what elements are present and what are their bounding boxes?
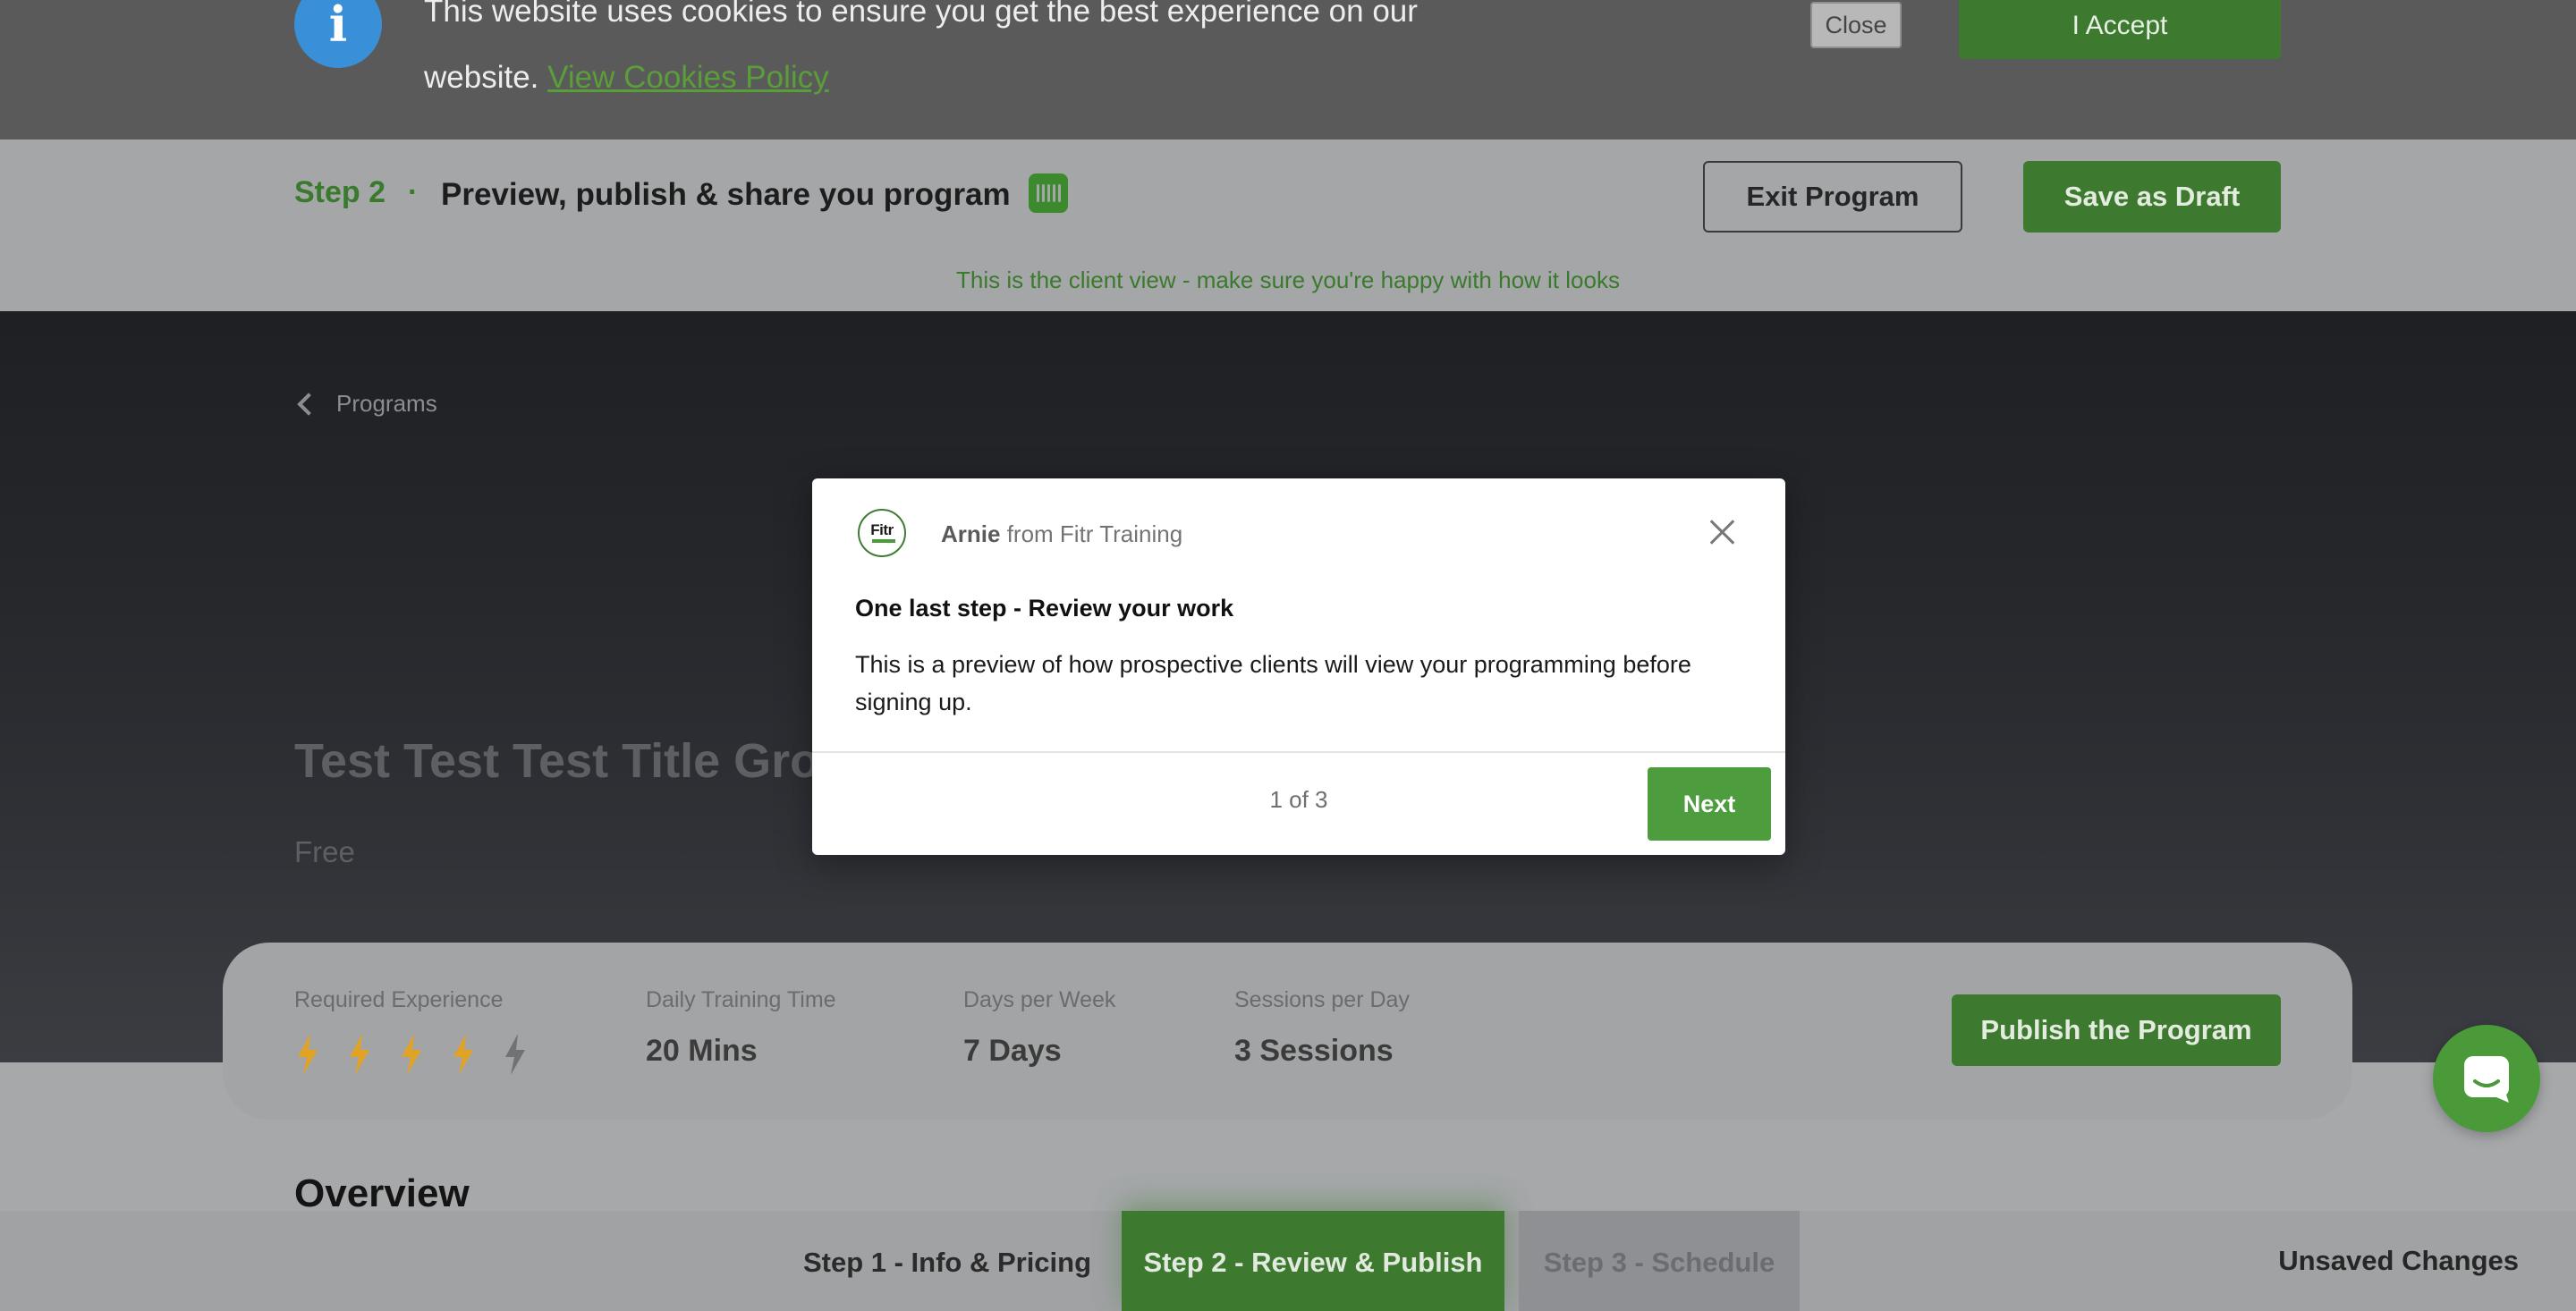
overview-heading: Overview [294, 1171, 470, 1215]
back-to-programs-link[interactable]: Programs [297, 390, 437, 418]
step-header: Step 2 · Preview, publish & share you pr… [0, 140, 2576, 311]
experience-rating [294, 1034, 529, 1075]
tab-step-3[interactable]: Step 3 - Schedule [1519, 1211, 1800, 1311]
lightning-bolt-icon [402, 1034, 421, 1075]
modal-sender: Arnie from Fitr Training [941, 520, 1182, 548]
save-as-draft-button[interactable]: Save as Draft [2023, 161, 2281, 233]
step-label: Step 2 [294, 175, 386, 209]
sessions-per-day-value: 3 Sessions [1234, 1034, 1394, 1068]
sender-org: from Fitr Training [1006, 520, 1183, 547]
daily-training-time-label: Daily Training Time [646, 987, 836, 1012]
client-view-note: This is the client view - make sure you'… [956, 266, 1620, 293]
tab-step-2[interactable]: Step 2 - Review & Publish [1122, 1211, 1504, 1311]
step-title: Preview, publish & share you program [441, 177, 1011, 212]
step-separator: · [408, 175, 419, 209]
save-status: Unsaved Changes [2278, 1245, 2519, 1276]
tour-modal: Fitr Arnie from Fitr Training One last s… [812, 478, 1785, 855]
modal-heading: One last step - Review your work [855, 595, 1234, 622]
avatar-logo-text: Fitr [870, 521, 894, 538]
lightning-bolt-icon [453, 1034, 473, 1075]
modal-body: This is a preview of how prospective cli… [855, 651, 1691, 715]
exit-program-button[interactable]: Exit Program [1703, 161, 1962, 233]
publish-program-button[interactable]: Publish the Program [1952, 994, 2281, 1066]
tour-step-counter: 1 of 3 [1269, 786, 1328, 813]
sender-name: Arnie [941, 520, 1001, 547]
cookie-close-button[interactable]: Close [1810, 2, 1902, 48]
sender-avatar: Fitr [858, 509, 906, 557]
cookie-text: This website uses cookies to ensure you … [424, 0, 1444, 111]
chat-icon [2464, 1056, 2509, 1103]
days-per-week-value: 7 Days [963, 1034, 1062, 1068]
lightning-bolt-icon [350, 1034, 369, 1075]
cookie-banner: i This website uses cookies to ensure yo… [0, 0, 2576, 140]
cookie-accept-button[interactable]: I Accept [1959, 0, 2281, 59]
lightning-bolt-icon [298, 1034, 318, 1075]
chat-launcher-button[interactable] [2433, 1025, 2540, 1132]
modal-divider [812, 751, 1785, 753]
close-icon[interactable] [1710, 520, 1735, 545]
tab-step-1[interactable]: Step 1 - Info & Pricing [775, 1211, 1120, 1311]
daily-training-time-value: 20 Mins [646, 1034, 758, 1068]
cookie-policy-link[interactable]: View Cookies Policy [547, 60, 829, 95]
required-experience-label: Required Experience [294, 987, 504, 1012]
next-button[interactable]: Next [1648, 767, 1771, 841]
bottom-step-nav: Step 1 - Info & Pricing Step 2 - Review … [0, 1211, 2576, 1311]
sessions-per-day-label: Sessions per Day [1234, 987, 1410, 1012]
intercom-icon[interactable] [1029, 173, 1068, 213]
lightning-bolt-icon [505, 1034, 525, 1075]
program-title: Test Test Test Title Grou [294, 734, 850, 788]
program-stats-card: Required Experience Daily Training Time … [223, 943, 2352, 1120]
chevron-left-icon [297, 392, 320, 416]
program-price: Free [294, 835, 355, 868]
info-icon: i [294, 0, 382, 68]
days-per-week-label: Days per Week [963, 987, 1116, 1012]
back-link-label: Programs [336, 390, 437, 417]
